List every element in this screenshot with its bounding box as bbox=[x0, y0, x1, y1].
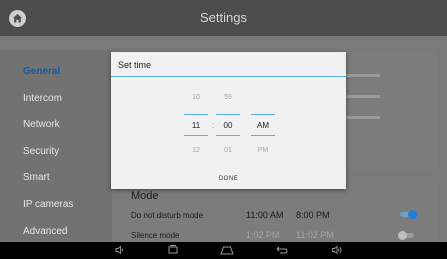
dialog-divider bbox=[111, 76, 346, 77]
silence-end-time[interactable]: 11:02 PM bbox=[296, 230, 334, 240]
silence-start-time[interactable]: 1:02 PM bbox=[246, 230, 280, 240]
sidebar-item-security[interactable]: Security bbox=[23, 146, 59, 157]
sidebar-item-general[interactable]: General bbox=[23, 66, 60, 77]
minute-selected[interactable]: 00 bbox=[216, 121, 240, 130]
recent-apps-icon[interactable] bbox=[166, 244, 180, 256]
hour-prev[interactable]: 10 bbox=[184, 94, 208, 101]
dialog-title: Set time bbox=[118, 60, 152, 70]
ampm-selected[interactable]: AM bbox=[251, 121, 275, 130]
dnd-start-time[interactable]: 11:00 AM bbox=[246, 210, 283, 220]
volume-up-icon[interactable] bbox=[331, 244, 343, 256]
hour-line-bottom bbox=[184, 135, 208, 136]
hour-line-top bbox=[184, 114, 208, 115]
dnd-end-time[interactable]: 8:00 PM bbox=[296, 210, 330, 220]
sidebar-item-intercom[interactable]: Intercom bbox=[23, 93, 62, 104]
sidebar-item-smart[interactable]: Smart bbox=[23, 172, 50, 183]
done-button[interactable]: DONE bbox=[111, 176, 346, 182]
back-icon[interactable] bbox=[275, 244, 289, 256]
hour-next[interactable]: 12 bbox=[184, 147, 208, 154]
ampm-line-bottom bbox=[251, 135, 275, 136]
volume-down-icon[interactable] bbox=[114, 244, 126, 256]
page-title: Settings bbox=[200, 10, 247, 25]
sidebar-item-ip-cameras[interactable]: IP cameras bbox=[23, 199, 73, 210]
sidebar-item-network[interactable]: Network bbox=[23, 119, 60, 130]
ampm-next[interactable]: PM bbox=[251, 147, 275, 154]
minute-prev[interactable]: 59 bbox=[216, 94, 240, 101]
ampm-line-top bbox=[251, 114, 275, 115]
time-separator: : bbox=[212, 121, 215, 130]
sidebar-item-advanced[interactable]: Advanced bbox=[23, 226, 67, 237]
top-bar: Settings bbox=[0, 0, 447, 36]
minute-next[interactable]: 01 bbox=[216, 147, 240, 154]
silence-mode-label: Silence mode bbox=[131, 231, 180, 240]
settings-screen: Settings General Intercom Network Securi… bbox=[0, 0, 447, 259]
setting-slider-track bbox=[346, 95, 380, 98]
minute-line-top bbox=[216, 114, 240, 115]
home-nav-icon[interactable] bbox=[219, 244, 235, 256]
setting-slider-track bbox=[346, 116, 380, 119]
do-not-disturb-label: Do not disturb mode bbox=[131, 211, 204, 220]
navigation-bar bbox=[0, 242, 447, 259]
minute-line-bottom bbox=[216, 135, 240, 136]
hour-selected[interactable]: 11 bbox=[184, 121, 208, 130]
mode-title: Mode bbox=[131, 190, 159, 202]
set-time-dialog: Set time 10 11 12 : 59 00 01 AM PM DONE bbox=[111, 52, 346, 189]
setting-slider-track bbox=[346, 74, 380, 77]
